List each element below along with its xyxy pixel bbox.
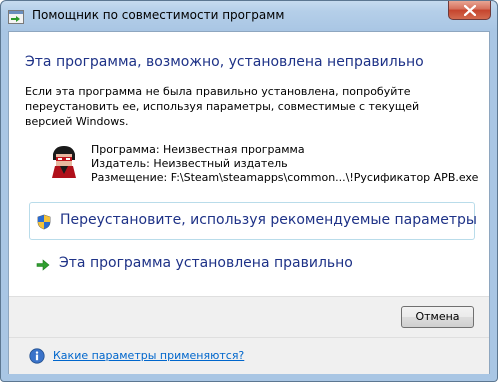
close-button[interactable] [448,1,491,20]
button-bar: Отмена [9,296,489,338]
dialog-content: Эта программа, возможно, установлена неп… [8,31,490,374]
dialog-window: Помощник по совместимости программ Эта п… [0,0,498,382]
installed-correctly-button[interactable]: Эта программа установлена правильно [29,246,475,284]
program-name: Программа: Неизвестная программа [91,143,305,156]
help-bar: Какие параметры применяются? [9,337,489,374]
cancel-button[interactable]: Отмена [401,306,474,328]
program-info: Программа: Неизвестная программа Издател… [91,143,478,185]
main-instruction: Эта программа, возможно, установлена неп… [25,54,424,70]
help-link[interactable]: Какие параметры применяются? [53,349,244,362]
program-icon [49,144,79,178]
green-arrow-icon [35,257,51,273]
title-bar[interactable]: Помощник по совместимости программ [1,1,497,31]
info-icon [29,348,45,364]
description-text: Если эта программа не была правильно уст… [25,85,420,128]
compatibility-assistant-icon [8,9,24,24]
reinstall-label: Переустановите, используя рекомендуемые … [60,212,477,228]
reinstall-recommended-button[interactable]: Переустановите, используя рекомендуемые … [29,202,477,240]
uac-shield-icon [36,214,52,230]
close-icon [464,5,476,16]
window-title: Помощник по совместимости программ [32,8,285,22]
program-publisher: Издатель: Неизвестный издатель [91,157,288,170]
installed-correctly-label: Эта программа установлена правильно [59,255,353,271]
program-location: Размещение: F:\Steam\steamapps\common...… [91,171,479,184]
